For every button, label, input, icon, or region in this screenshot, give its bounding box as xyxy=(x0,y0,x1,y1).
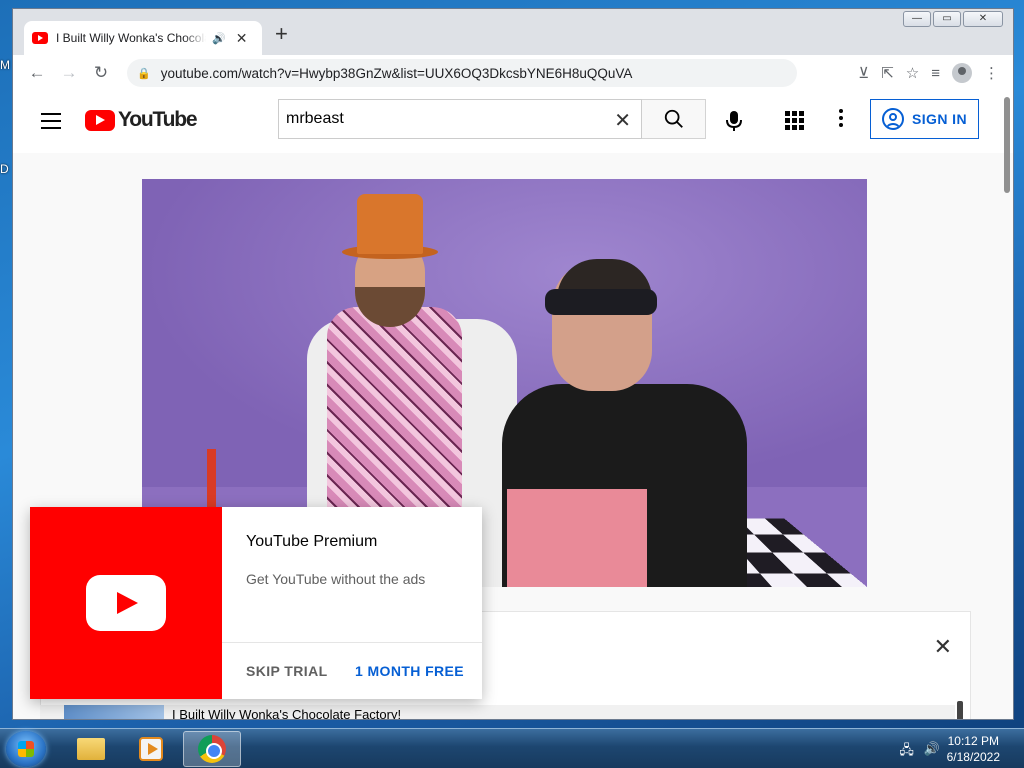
url-text: youtube.com/watch?v=Hwybp38GnZw&list=UUX… xyxy=(160,65,633,81)
settings-more-icon[interactable] xyxy=(839,109,843,130)
close-icon[interactable]: ✕ xyxy=(934,634,952,660)
playlist-scrollbar[interactable] xyxy=(957,701,963,719)
close-button[interactable]: ✕ xyxy=(963,11,1003,27)
window-controls: — ▭ ✕ xyxy=(903,11,1003,27)
promo-banner xyxy=(30,507,222,699)
sign-in-label: SIGN IN xyxy=(912,111,967,127)
lock-icon: 🔒 xyxy=(137,67,151,80)
browser-menu-icon[interactable]: ⋮ xyxy=(984,64,999,82)
browser-toolbar: ← → ↻ 🔒 youtube.com/watch?v=Hwybp38GnZw&… xyxy=(13,55,1013,91)
chrome-taskbar-button[interactable] xyxy=(183,731,241,767)
youtube-play-icon xyxy=(85,109,115,131)
user-circle-icon xyxy=(882,108,905,130)
playlist-item-title: I Built Willy Wonka's Chocolate Factory! xyxy=(172,707,402,719)
youtube-logo-text: YouTube xyxy=(118,108,198,131)
browser-tab-active[interactable]: I Built Willy Wonka's Chocolate Factory!… xyxy=(24,21,262,55)
tab-close-icon[interactable]: ✕ xyxy=(236,30,248,47)
hamburger-menu-icon[interactable] xyxy=(41,113,61,134)
back-arrow-icon[interactable]: ← xyxy=(21,63,53,83)
media-queue-icon[interactable]: ≡ xyxy=(931,65,940,82)
skip-trial-button[interactable]: SKIP TRIAL xyxy=(246,663,328,679)
new-tab-plus-icon[interactable]: + xyxy=(275,23,288,45)
bookmark-star-icon[interactable]: ☆ xyxy=(906,64,919,82)
promo-subtitle: Get YouTube without the ads xyxy=(246,571,426,587)
profile-avatar-icon[interactable] xyxy=(952,63,972,83)
clear-search-icon[interactable]: ✕ xyxy=(614,108,631,133)
toolbar-actions: ⊻ ⇱ ☆ ≡ ⋮ xyxy=(858,63,999,83)
minimize-button[interactable]: — xyxy=(903,11,931,27)
desktop-icon-label-2: D xyxy=(0,162,9,176)
clock-date: 6/18/2022 xyxy=(946,750,1000,764)
page-viewport: YouTube mrbeast ✕ SIGN IN ✕ I Built Will… xyxy=(13,91,1013,719)
volume-icon[interactable]: 🔊 xyxy=(924,741,940,763)
install-app-icon[interactable]: ⊻ xyxy=(858,64,869,82)
apps-grid-icon[interactable] xyxy=(785,111,804,130)
taskbar: 🖧 🔊 10:12 PM 6/18/2022 xyxy=(0,728,1024,768)
youtube-header: YouTube mrbeast ✕ SIGN IN xyxy=(13,91,1013,153)
clock-time: 10:12 PM xyxy=(947,734,999,748)
youtube-play-icon xyxy=(86,575,166,631)
sign-in-button[interactable]: SIGN IN xyxy=(870,99,979,139)
clock[interactable]: 10:12 PM 6/18/2022 xyxy=(947,733,1000,765)
address-bar[interactable]: 🔒 youtube.com/watch?v=Hwybp38GnZw&list=U… xyxy=(127,59,797,87)
share-icon[interactable]: ⇱ xyxy=(881,64,894,82)
browser-tab-strip: I Built Willy Wonka's Chocolate Factory!… xyxy=(13,9,1013,55)
youtube-favicon-icon xyxy=(32,32,48,44)
youtube-logo[interactable]: YouTube xyxy=(85,108,198,132)
desktop-icon-label-1: M xyxy=(0,58,10,72)
playlist-item[interactable]: I Built Willy Wonka's Chocolate Factory! xyxy=(40,705,955,719)
speaker-icon[interactable]: 🔊 xyxy=(212,32,226,45)
system-tray: 🖧 🔊 xyxy=(899,741,940,763)
maximize-button[interactable]: ▭ xyxy=(933,11,961,27)
microphone-icon[interactable] xyxy=(726,110,742,137)
premium-promo-dialog: YouTube Premium Get YouTube without the … xyxy=(30,507,482,699)
explorer-taskbar-button[interactable] xyxy=(62,731,120,767)
month-free-button[interactable]: 1 MONTH FREE xyxy=(355,663,464,679)
search-input-value: mrbeast xyxy=(286,110,344,127)
forward-arrow-icon[interactable]: → xyxy=(53,63,85,83)
playlist-thumbnail xyxy=(64,705,164,719)
promo-title: YouTube Premium xyxy=(246,533,378,550)
search-icon xyxy=(664,109,683,128)
page-scrollbar[interactable] xyxy=(1004,97,1010,193)
search-input[interactable]: mrbeast ✕ xyxy=(278,99,642,139)
divider xyxy=(222,642,482,643)
chrome-icon xyxy=(198,735,226,763)
media-player-icon xyxy=(139,737,163,761)
reload-icon[interactable]: ↻ xyxy=(85,63,117,83)
folder-icon xyxy=(77,738,105,760)
tab-title: I Built Willy Wonka's Chocolate Factory! xyxy=(56,31,206,45)
network-icon[interactable]: 🖧 xyxy=(899,741,914,763)
browser-window: I Built Willy Wonka's Chocolate Factory!… xyxy=(12,8,1014,720)
search-button[interactable] xyxy=(642,99,706,139)
start-button[interactable] xyxy=(6,731,46,767)
media-player-taskbar-button[interactable] xyxy=(122,731,180,767)
